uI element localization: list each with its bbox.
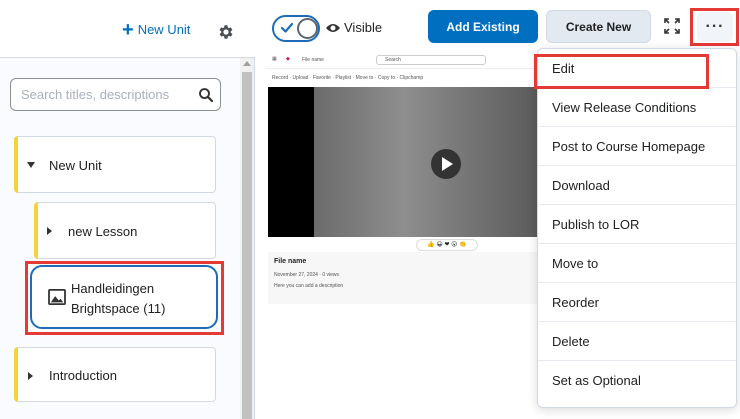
create-new-button[interactable]: Create New bbox=[546, 10, 651, 43]
plus-icon: + bbox=[122, 18, 134, 41]
preview-title: File name bbox=[274, 258, 307, 265]
menu-item-view-release-conditions[interactable]: View Release Conditions bbox=[538, 88, 736, 127]
caret-right-icon[interactable] bbox=[47, 227, 52, 235]
video-letterbox bbox=[268, 87, 314, 237]
sidebar-item-new-lesson[interactable]: new Lesson bbox=[34, 202, 216, 259]
sidebar-item-label: Introduction bbox=[49, 368, 117, 383]
sidebar-item-label: New Unit bbox=[49, 158, 102, 173]
label-line-1: Handleidingen bbox=[71, 281, 155, 296]
more-options-button[interactable]: ··· bbox=[697, 12, 733, 42]
sidebar-header: + New Unit bbox=[0, 0, 255, 58]
preview-toolbar-actions: Record · Upload · Favorite · Playlist · … bbox=[272, 75, 424, 81]
content-preview: ▦ ◆ File name Search Record · Upload · F… bbox=[266, 52, 540, 304]
sidebar-item-label: new Lesson bbox=[68, 224, 138, 239]
fullscreen-icon[interactable] bbox=[664, 18, 680, 34]
menu-item-set-as-optional[interactable]: Set as Optional bbox=[538, 361, 736, 400]
lesson-accent-bar bbox=[34, 202, 38, 259]
add-existing-button[interactable]: Add Existing bbox=[428, 10, 538, 43]
gear-icon[interactable] bbox=[217, 23, 235, 41]
preview-top-bar: ▦ ◆ File name Search bbox=[266, 52, 540, 69]
check-icon bbox=[280, 22, 294, 33]
caret-down-icon[interactable] bbox=[27, 162, 35, 168]
grid-icon: ▦ bbox=[272, 56, 277, 62]
sidebar-item-new-unit[interactable]: New Unit bbox=[14, 136, 216, 193]
preview-search: Search bbox=[376, 55, 486, 65]
preview-file-name: File name bbox=[302, 57, 324, 63]
toggle-knob bbox=[297, 18, 318, 39]
sidebar-item-handleidingen[interactable]: Handleidingen Brightspace (11) bbox=[30, 265, 218, 329]
search-field[interactable] bbox=[10, 78, 221, 111]
play-icon bbox=[431, 149, 461, 179]
app-logo-icon: ◆ bbox=[286, 56, 290, 62]
label-line-2: Brightspace (11) bbox=[71, 301, 166, 316]
eye-icon bbox=[326, 24, 340, 32]
caret-right-icon[interactable] bbox=[28, 372, 33, 380]
image-icon bbox=[48, 289, 66, 305]
highlight-outline bbox=[534, 54, 709, 89]
new-unit-button[interactable]: + New Unit bbox=[122, 18, 191, 41]
preview-meta: File name November 27, 2024 · 0 views He… bbox=[268, 252, 540, 304]
menu-item-move-to[interactable]: Move to bbox=[538, 244, 736, 283]
visible-label: Visible bbox=[344, 20, 383, 35]
scrollbar-thumb[interactable] bbox=[242, 72, 252, 419]
unit-accent-bar bbox=[14, 136, 18, 193]
menu-item-publish-to-lor[interactable]: Publish to LOR bbox=[538, 205, 736, 244]
preview-description: Here you can add a description bbox=[274, 283, 344, 289]
video-player bbox=[268, 87, 540, 237]
sidebar-item-introduction[interactable]: Introduction bbox=[14, 347, 216, 402]
preview-date: November 27, 2024 · 0 views bbox=[274, 272, 340, 278]
unit-accent-bar bbox=[14, 347, 18, 402]
sidebar-scrollbar[interactable] bbox=[240, 58, 254, 419]
scroll-up-arrow-icon[interactable] bbox=[243, 61, 251, 66]
sidebar: + New Unit New Unit new Lesson bbox=[0, 0, 255, 419]
more-options-menu: Edit View Release Conditions Post to Cou… bbox=[537, 48, 737, 408]
menu-item-post-to-course-homepage[interactable]: Post to Course Homepage bbox=[538, 127, 736, 166]
reactions-bar: 👍 😀 ❤ 😮 👏 bbox=[416, 239, 478, 251]
preview-toolbar: Record · Upload · Favorite · Playlist · … bbox=[266, 70, 540, 87]
new-unit-label: New Unit bbox=[137, 22, 191, 37]
sidebar-item-label: Handleidingen Brightspace (11) bbox=[71, 279, 165, 319]
search-input[interactable] bbox=[21, 79, 191, 110]
menu-item-download[interactable]: Download bbox=[538, 166, 736, 205]
menu-item-delete[interactable]: Delete bbox=[538, 322, 736, 361]
menu-item-reorder[interactable]: Reorder bbox=[538, 283, 736, 322]
search-icon[interactable] bbox=[197, 86, 215, 104]
visibility-toggle[interactable] bbox=[272, 15, 320, 42]
